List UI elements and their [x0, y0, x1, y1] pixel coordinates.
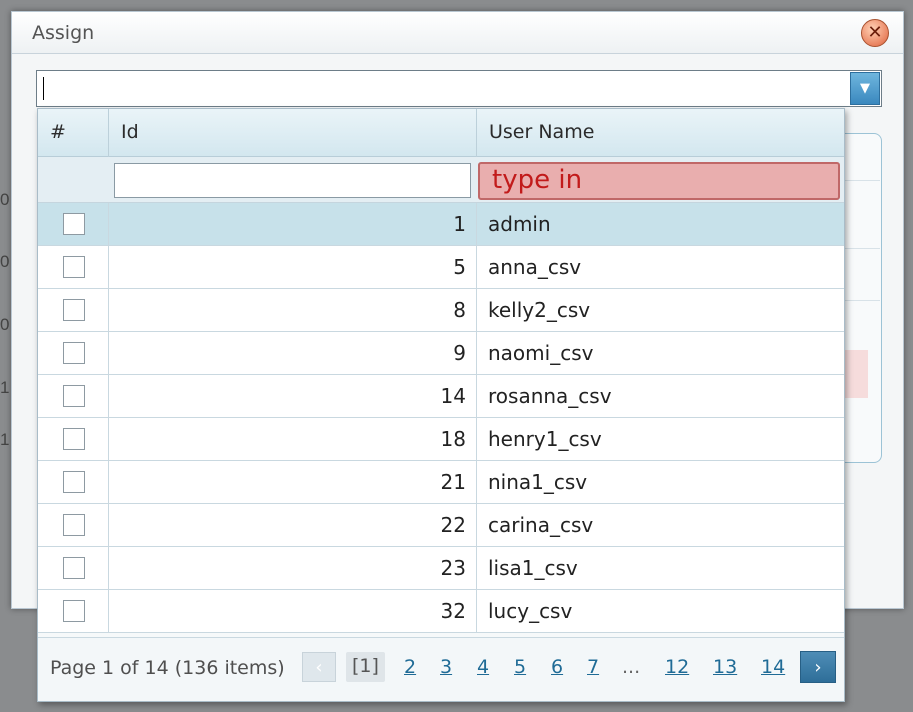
row-id: 32 — [109, 590, 477, 632]
row-user-name: anna_csv — [488, 255, 582, 279]
row-id: 18 — [109, 418, 477, 460]
close-icon: ✕ — [867, 22, 883, 43]
close-button[interactable]: ✕ — [861, 19, 889, 47]
row-user-name: nina1_csv — [488, 470, 588, 494]
previous-page-button[interactable]: ‹ — [302, 652, 336, 682]
chevron-down-icon: ▼ — [860, 81, 870, 96]
row-id: 23 — [109, 547, 477, 589]
row-id: 1 — [109, 203, 477, 245]
underlying-divider — [845, 248, 880, 249]
row-user-name: rosanna_csv — [488, 384, 612, 408]
row-checkbox[interactable] — [63, 342, 85, 364]
row-user-name: kelly2_csv — [488, 298, 591, 322]
row-user-name: henry1_csv — [488, 427, 602, 451]
row-id: 8 — [109, 289, 477, 331]
background-digit: 1 — [0, 378, 10, 397]
page-ellipsis[interactable]: ... — [622, 656, 640, 678]
row-id: 9 — [109, 332, 477, 374]
row-id: 5 — [109, 246, 477, 288]
row-user-name: carina_csv — [488, 513, 594, 537]
row-id: 22 — [109, 504, 477, 546]
column-header-index[interactable]: # — [38, 109, 109, 157]
row-user-name: lisa1_csv — [488, 556, 578, 580]
row-user-name: admin — [488, 212, 551, 236]
row-id: 21 — [109, 461, 477, 503]
background-digit: 0 — [0, 315, 10, 334]
chevron-right-icon: › — [814, 656, 822, 678]
page-link[interactable]: 6 — [551, 656, 563, 678]
table-row[interactable]: 18 henry1_csv — [38, 418, 844, 461]
row-checkbox[interactable] — [63, 600, 85, 622]
table-row[interactable]: 1 admin — [38, 203, 844, 246]
row-id: 14 — [109, 375, 477, 417]
table-row[interactable]: 32 lucy_csv — [38, 590, 844, 633]
underlying-divider — [845, 300, 880, 301]
grid-pager: Page 1 of 14 (136 items) ‹ [1] 2 3 4 5 6… — [38, 637, 844, 701]
page-link[interactable]: 3 — [440, 656, 452, 678]
row-checkbox-cell — [38, 375, 109, 417]
page-link[interactable]: 5 — [514, 656, 526, 678]
row-checkbox[interactable] — [63, 213, 85, 235]
table-row[interactable]: 23 lisa1_csv — [38, 547, 844, 590]
dialog-title-bar: Assign ✕ — [12, 12, 903, 54]
user-combo-box[interactable]: ▼ — [36, 70, 882, 107]
pager-info: Page 1 of 14 (136 items) — [50, 657, 285, 679]
row-checkbox-cell — [38, 289, 109, 331]
row-checkbox[interactable] — [63, 385, 85, 407]
table-row[interactable]: 14 rosanna_csv — [38, 375, 844, 418]
row-checkbox[interactable] — [63, 428, 85, 450]
text-caret — [43, 77, 44, 100]
background-digit: 0 — [0, 190, 10, 209]
row-checkbox-cell — [38, 246, 109, 288]
combo-dropdown-button[interactable]: ▼ — [850, 72, 880, 105]
page-link[interactable]: 4 — [477, 656, 489, 678]
row-checkbox-cell — [38, 547, 109, 589]
row-checkbox[interactable] — [63, 299, 85, 321]
page-link[interactable]: 14 — [761, 656, 785, 678]
row-checkbox-cell — [38, 504, 109, 546]
row-checkbox-cell — [38, 203, 109, 245]
grid-header-row: # Id User Name — [38, 109, 844, 157]
row-checkbox-cell — [38, 418, 109, 460]
row-user-name: lucy_csv — [488, 599, 573, 623]
underlying-divider — [845, 180, 880, 181]
row-checkbox-cell — [38, 590, 109, 632]
page-link[interactable]: 7 — [587, 656, 599, 678]
row-checkbox-cell — [38, 332, 109, 374]
user-dropdown-grid: # Id User Name type in 1 admin 5 anna_csv 8 k… — [37, 108, 845, 702]
id-filter-input[interactable] — [114, 163, 471, 198]
row-checkbox-cell — [38, 461, 109, 503]
underlying-highlight — [845, 350, 868, 398]
row-checkbox[interactable] — [63, 471, 85, 493]
page-link[interactable]: 12 — [665, 656, 689, 678]
table-row[interactable]: 8 kelly2_csv — [38, 289, 844, 332]
user-name-filter-input[interactable]: type in — [478, 162, 840, 200]
table-row[interactable]: 22 carina_csv — [38, 504, 844, 547]
background-digit: 0 — [0, 252, 10, 271]
next-page-button[interactable]: › — [800, 651, 836, 683]
grid-filter-row: type in — [38, 157, 844, 203]
page-link[interactable]: 13 — [713, 656, 737, 678]
current-page: [1] — [346, 652, 385, 682]
row-checkbox[interactable] — [63, 514, 85, 536]
table-row[interactable]: 21 nina1_csv — [38, 461, 844, 504]
row-checkbox[interactable] — [63, 557, 85, 579]
column-header-id[interactable]: Id — [109, 109, 477, 157]
row-checkbox[interactable] — [63, 256, 85, 278]
table-row[interactable]: 9 naomi_csv — [38, 332, 844, 375]
column-header-user-name[interactable]: User Name — [477, 109, 844, 157]
row-user-name: naomi_csv — [488, 341, 594, 365]
chevron-left-icon: ‹ — [315, 656, 323, 678]
page-link[interactable]: 2 — [404, 656, 416, 678]
background-digit: 1 — [0, 430, 10, 449]
dialog-title: Assign — [32, 22, 95, 44]
table-row[interactable]: 5 anna_csv — [38, 246, 844, 289]
